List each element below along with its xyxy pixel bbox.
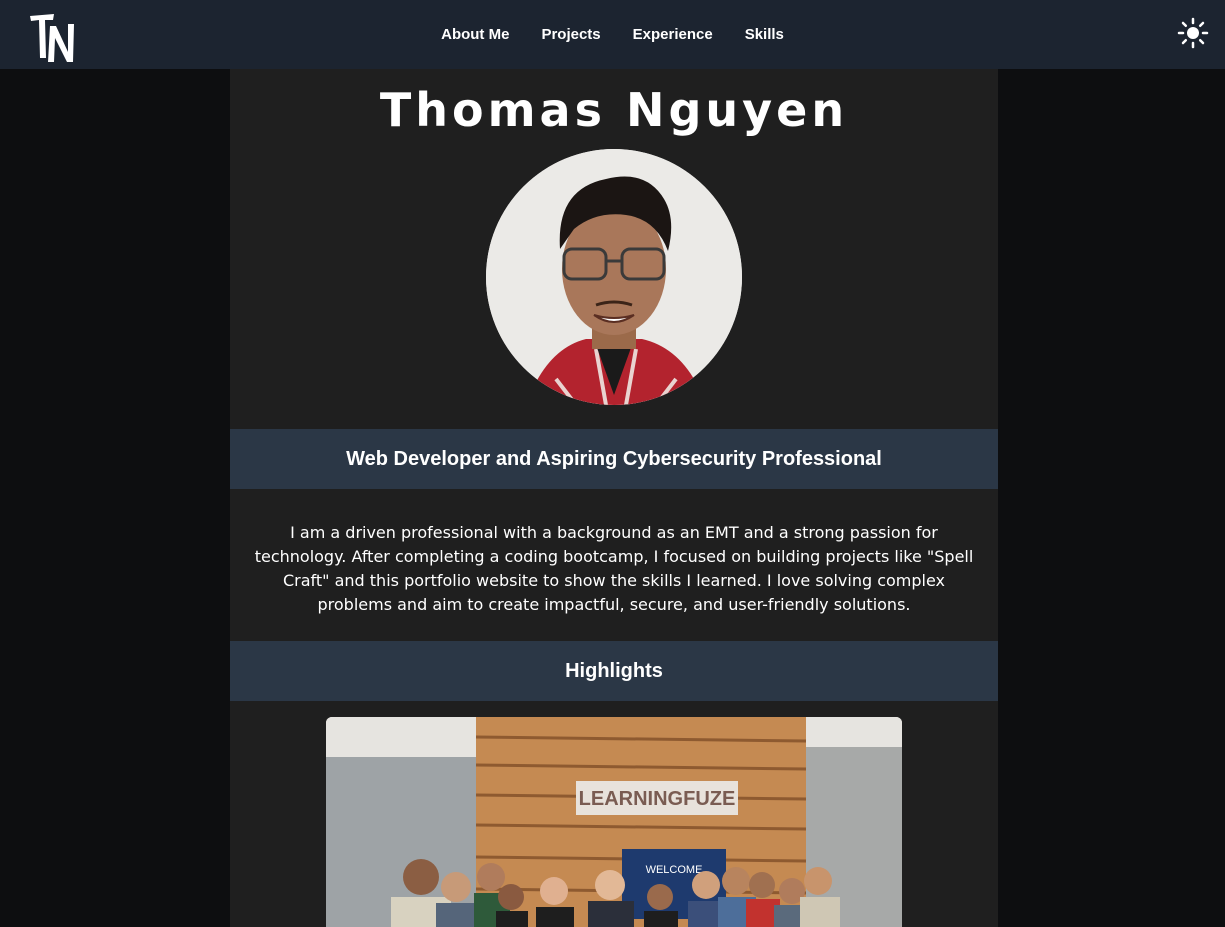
nav-links: About Me Projects Experience Skills xyxy=(0,0,1225,69)
nav-experience[interactable]: Experience xyxy=(633,26,713,43)
profile-bio: I am a driven professional with a backgr… xyxy=(254,523,974,614)
subtitle-banner: Web Developer and Aspiring Cybersecurity… xyxy=(230,429,998,489)
nav-about-me[interactable]: About Me xyxy=(441,26,509,43)
welcome-screen-text: WELCOME xyxy=(646,864,703,876)
about-section: Thomas Nguyen Web Developer and Aspiring… xyxy=(230,69,998,927)
highlights-heading: Highlights xyxy=(565,659,663,682)
sun-icon[interactable] xyxy=(1177,17,1209,49)
navbar: TN About Me Projects Experience Skills xyxy=(0,0,1225,69)
profile-name: Thomas Nguyen xyxy=(379,83,849,137)
nav-skills[interactable]: Skills xyxy=(745,26,784,43)
learningfuze-sign: LEARNINGFUZE xyxy=(579,788,736,810)
highlights-photo[interactable]: LEARNINGFUZE WELCOME xyxy=(326,717,902,927)
highlights-banner: Highlights xyxy=(230,641,998,701)
nav-projects[interactable]: Projects xyxy=(541,26,600,43)
profile-photo xyxy=(486,149,742,405)
profile-subtitle: Web Developer and Aspiring Cybersecurity… xyxy=(346,447,882,470)
